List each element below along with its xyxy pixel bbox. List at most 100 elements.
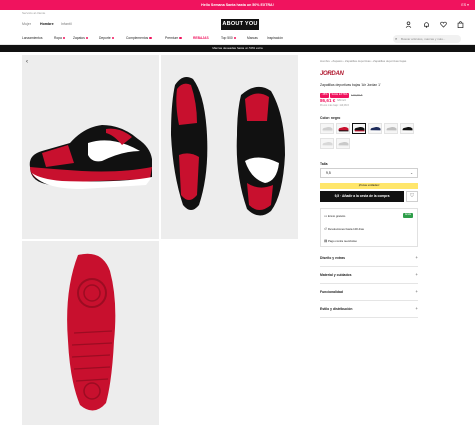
nav-item-sport[interactable]: Deporte [99, 36, 115, 40]
gender-tab-kids[interactable]: Infantil [61, 22, 72, 26]
promo-text: Hello Semana Santa hasta un 50% EXTRA! [201, 3, 274, 7]
lowest-price-note: Precio más bajo: 119,99 € [320, 104, 349, 107]
color-swatch[interactable] [336, 123, 350, 134]
accordion-title: Material y cuidados [320, 273, 352, 277]
breadcrumb[interactable]: Hombre › Zapatos › Zapatillas deportivas… [320, 59, 406, 63]
accordion-style[interactable]: Estilo y distribución + [320, 301, 418, 318]
shoe-thumbnail-icon [386, 126, 397, 132]
promo-bar-text: Marcas deseadas hasta un 50% extra [212, 46, 263, 50]
info-row-shipping: ▭Envío gratuito [324, 214, 345, 218]
nav-item-label: Complementos [126, 36, 149, 40]
nav-item-label: Top 500 [221, 36, 233, 40]
gender-tab-men[interactable]: Hombre [40, 22, 54, 26]
accordion-function[interactable]: Funcionalidad + [320, 284, 418, 301]
search-placeholder: Buscar artículos, marcas y más... [401, 37, 446, 41]
color-swatch[interactable] [400, 123, 414, 134]
color-label: Color: negro [320, 116, 341, 120]
nav-item-label: Ropa [54, 36, 62, 40]
search-input[interactable]: ⌕ Buscar artículos, marcas y más... [393, 35, 461, 43]
nav-item-label: Zapatos [73, 36, 85, 40]
info-row-payment: ▤Pago contra reembolso [324, 239, 357, 243]
color-swatch[interactable] [352, 123, 366, 134]
color-swatch[interactable] [320, 123, 334, 134]
shoe-thumbnail-icon [338, 141, 349, 147]
dot-icon [233, 36, 237, 40]
chevron-down-icon: ⌄ [410, 171, 413, 175]
size-select[interactable]: 9,5 ⌄ [320, 168, 418, 178]
brand-logo[interactable]: JORDAN [320, 71, 344, 77]
product-image-side[interactable] [22, 55, 159, 239]
nav-item-label: Lanzamientos [22, 36, 43, 40]
accordion-design[interactable]: Diseño y extras + [320, 250, 418, 267]
plus-icon: + [415, 272, 418, 277]
delivery-info-box: ▭Envío gratuito Gratis ↺Devoluciones has… [320, 208, 418, 247]
product-title: Zapatillas deportivas bajas 'Air Jordan … [320, 83, 381, 87]
color-swatch[interactable] [320, 138, 334, 149]
color-swatch[interactable] [368, 123, 382, 134]
customer-service-link[interactable]: Servicio al cliente [22, 11, 45, 15]
nav-item-label: Inspiración [267, 36, 283, 40]
accordion-title: Diseño y extras [320, 256, 346, 260]
shoe-thumbnail-icon [338, 126, 349, 132]
shoe-thumbnail-icon [370, 126, 381, 132]
shoe-thumbnail-icon [322, 126, 333, 132]
nav-item-premium[interactable]: Premium [165, 36, 182, 40]
plus-icon: + [415, 306, 418, 311]
nav-item-label: Marcas [247, 36, 258, 40]
vat-note: IVA incl. [337, 99, 347, 102]
plus-icon: + [415, 289, 418, 294]
shoe-thumbnail-icon [402, 126, 413, 132]
dot-icon [149, 36, 152, 40]
back-arrow-icon[interactable]: ‹ [26, 59, 28, 65]
nav-item-label: Deporte [99, 36, 111, 40]
info-text: Pago contra reembolso [328, 239, 357, 243]
nav-item-label: Premium [165, 36, 179, 40]
gender-tab-women[interactable]: Mujer [22, 22, 31, 26]
dot-icon [111, 36, 115, 40]
nav-item-inspiration[interactable]: Inspiración [267, 36, 283, 40]
size-value: 9,5 [326, 171, 331, 175]
wishlist-heart-icon[interactable]: ♡ [406, 191, 418, 202]
nav-item-sale[interactable]: REBAJAS [193, 36, 209, 40]
promo-banner[interactable]: Hello Semana Santa hasta un 50% EXTRA! E… [0, 0, 475, 10]
dot-icon [62, 36, 66, 40]
bag-icon[interactable] [457, 21, 464, 28]
language-selector[interactable]: ES ▾ [461, 0, 469, 10]
user-icon[interactable] [405, 21, 412, 28]
size-label: Talla [320, 162, 328, 166]
bell-icon[interactable] [423, 21, 430, 28]
search-icon: ⌕ [395, 36, 398, 41]
discount-badge: -15% [320, 93, 330, 98]
shoe-thumbnail-icon [354, 126, 365, 132]
color-swatch[interactable] [384, 123, 398, 134]
nav-item-shoes[interactable]: Zapatos [73, 36, 89, 40]
accordion-material[interactable]: Material y cuidados + [320, 267, 418, 284]
service-bar: Servicio al cliente [0, 10, 475, 17]
promo-bar[interactable]: Marcas deseadas hasta un 50% extra [0, 45, 475, 52]
sale-badge: SALE EXTRA [330, 93, 350, 98]
color-swatch[interactable] [336, 138, 350, 149]
product-image-top[interactable] [161, 55, 298, 239]
info-text: Envío gratuito [328, 214, 346, 218]
site-logo[interactable]: ABOUT YOU [221, 19, 259, 30]
accordion-title: Estilo y distribución [320, 307, 353, 311]
product-image-sole[interactable] [22, 241, 159, 425]
add-to-cart-button[interactable]: 9,5 · Añadir a la cesta de la compra [320, 191, 404, 202]
accordion-title: Funcionalidad [320, 290, 343, 294]
nav-item-new[interactable]: Lanzamientos [22, 36, 43, 40]
info-row-returns: ↺Devoluciones hasta 100 días [324, 227, 364, 231]
free-badge: Gratis [402, 213, 413, 218]
nav-item-clothing[interactable]: Ropa [54, 36, 66, 40]
shoe-thumbnail-icon [322, 141, 333, 147]
heart-icon[interactable] [440, 21, 447, 28]
nav-item-top500[interactable]: Top 500 [221, 36, 237, 40]
info-text: Devoluciones hasta 100 días [328, 227, 364, 231]
low-stock-notice: ¡Pocas unidades! [320, 183, 418, 189]
nav-item-brands[interactable]: Marcas [247, 36, 258, 40]
dot-icon [85, 36, 89, 40]
old-price: 119,99 € [351, 93, 363, 97]
nav-item-accessories[interactable]: Complementos [126, 36, 152, 40]
dot-icon [179, 36, 182, 40]
site-header: Mujer Hombre Infantil ABOUT YOU [0, 17, 475, 32]
current-price: 86,61 € [320, 98, 336, 103]
